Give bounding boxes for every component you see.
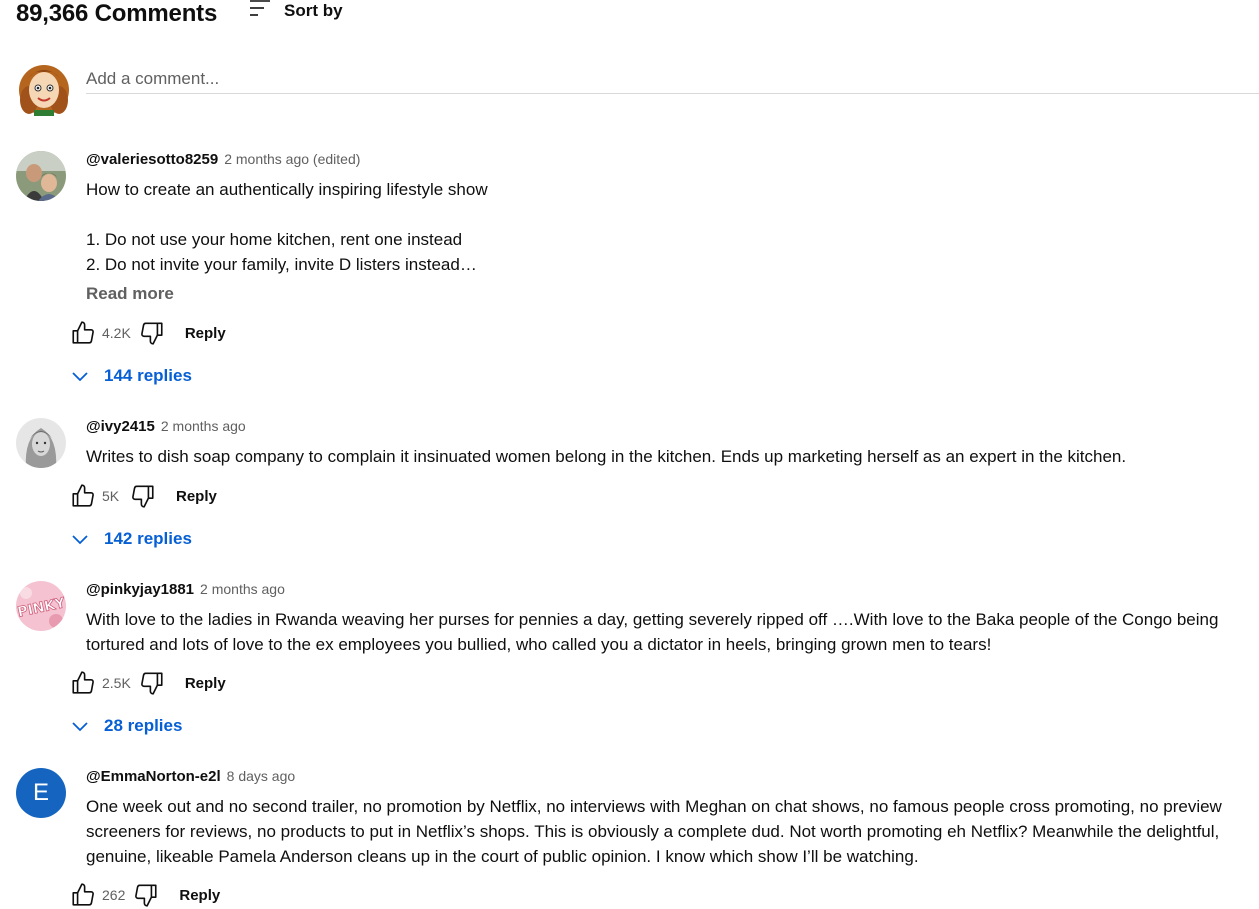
thumbs-up-icon [72, 321, 94, 344]
dislike-button[interactable] [130, 483, 156, 509]
comment-count: 89,366 Comments [16, 0, 218, 27]
comment-timestamp[interactable]: 2 months ago [161, 418, 246, 434]
sort-by-label: Sort by [284, 1, 343, 20]
like-count: 5K [102, 488, 120, 504]
current-user-avatar [16, 60, 72, 116]
replies-count-label: 28 replies [104, 716, 183, 735]
commenter-avatar[interactable]: PINKY [16, 581, 66, 631]
comment-author[interactable]: @pinkyjay1881 [86, 581, 194, 598]
reply-button[interactable]: Reply [185, 325, 226, 342]
comment-body: @ivy2415 2 months ago Writes to dish soa… [86, 418, 1251, 469]
view-replies-button[interactable]: 144 replies [70, 363, 192, 389]
comment-body: @EmmaNorton-e2l 8 days ago One week out … [86, 768, 1251, 869]
sort-icon [248, 0, 272, 25]
thumbs-down-icon [140, 322, 163, 345]
comment-text: How to create an authentically inspiring… [86, 180, 488, 274]
comment-body: @pinkyjay1881 2 months ago With love to … [86, 581, 1251, 657]
comment-text: Writes to dish soap company to complain … [86, 447, 1127, 466]
like-count: 2.5K [102, 675, 131, 691]
read-more-button[interactable]: Read more [86, 284, 174, 304]
comment-timestamp[interactable]: 2 months ago (edited) [224, 151, 360, 167]
reply-button[interactable]: Reply [185, 675, 226, 692]
commenter-avatar[interactable]: E [16, 768, 66, 818]
like-count: 262 [102, 887, 126, 903]
comment-timestamp[interactable]: 2 months ago [200, 581, 285, 597]
comment-author[interactable]: @ivy2415 [86, 418, 155, 435]
comment-timestamp[interactable]: 8 days ago [227, 768, 296, 784]
comment-text: One week out and no second trailer, no p… [86, 797, 1227, 866]
reply-button[interactable]: Reply [176, 488, 217, 505]
thumbs-up-icon [72, 671, 94, 694]
like-button[interactable] [70, 320, 96, 346]
commenter-avatar[interactable] [16, 151, 66, 201]
thumbs-down-icon [140, 672, 163, 695]
dislike-button[interactable] [133, 882, 159, 908]
dislike-button[interactable] [139, 320, 165, 346]
thumbs-down-icon [132, 485, 154, 508]
thumbs-up-icon [72, 484, 94, 507]
comment-body: @valeriesotto8259 2 months ago (edited) … [86, 151, 1251, 304]
sort-by-button[interactable]: Sort by [248, 0, 343, 22]
like-count: 4.2K [102, 325, 131, 341]
commenter-avatar[interactable] [16, 418, 66, 468]
chevron-down-icon [72, 722, 88, 732]
like-button[interactable] [70, 483, 96, 509]
view-replies-button[interactable]: 142 replies [70, 526, 192, 552]
add-comment-input[interactable] [86, 64, 1259, 94]
comments-header: 89,366 Comments [16, 0, 217, 28]
replies-count-label: 142 replies [104, 529, 192, 548]
view-replies-button[interactable]: 28 replies [70, 713, 182, 739]
comment-actions: 2.5K Reply [70, 670, 226, 696]
thumbs-up-icon [72, 883, 94, 906]
dislike-button[interactable] [139, 670, 165, 696]
add-comment-row [16, 60, 1259, 116]
comment-author[interactable]: @EmmaNorton-e2l [86, 768, 221, 785]
comment-actions: 4.2K Reply [70, 320, 226, 346]
replies-count-label: 144 replies [104, 366, 192, 385]
chevron-down-icon [72, 535, 88, 545]
avatar-letter: E [32, 779, 49, 806]
comment-actions: 262 Reply [70, 882, 220, 908]
comment-text: With love to the ladies in Rwanda weavin… [86, 610, 1224, 654]
like-button[interactable] [70, 670, 96, 696]
comment-author[interactable]: @valeriesotto8259 [86, 151, 218, 168]
reply-button[interactable]: Reply [179, 887, 220, 904]
comment-actions: 5K Reply [70, 483, 217, 509]
like-button[interactable] [70, 882, 96, 908]
chevron-down-icon [72, 372, 88, 382]
thumbs-down-icon [135, 884, 157, 907]
